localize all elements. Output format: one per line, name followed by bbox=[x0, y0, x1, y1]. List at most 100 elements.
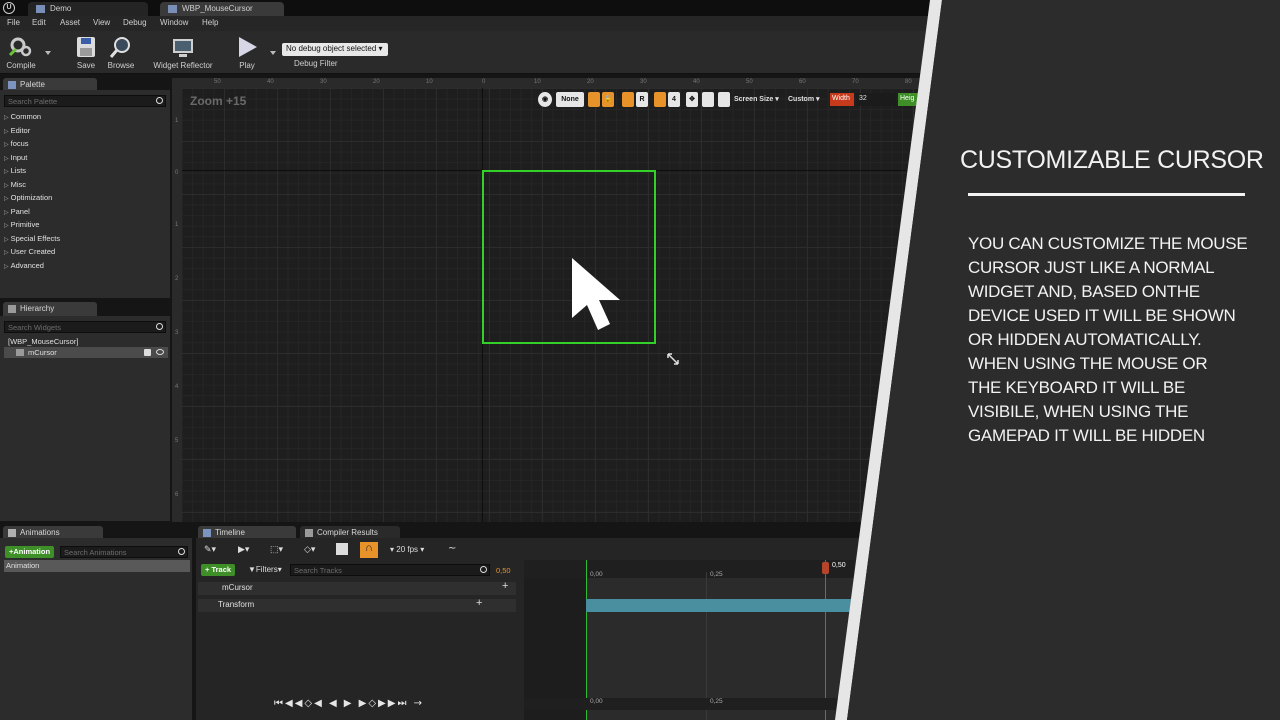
promo-line: WIDGET AND, BASED ONTHE bbox=[968, 282, 1200, 301]
animation-icon bbox=[8, 529, 16, 537]
playback-options-icon[interactable]: ▶▾ bbox=[238, 544, 249, 555]
promo-underline bbox=[968, 193, 1245, 196]
level-icon bbox=[36, 5, 45, 13]
image-icon[interactable] bbox=[702, 92, 714, 107]
menu-edit[interactable]: Edit bbox=[32, 18, 46, 27]
screen-size-dropdown[interactable]: Screen Size ▾ bbox=[734, 92, 779, 107]
playhead-icon[interactable] bbox=[822, 562, 829, 574]
fps-dropdown[interactable]: ▾ 20 fps ▾ bbox=[390, 545, 424, 554]
grid-snap-icon[interactable] bbox=[588, 92, 600, 107]
palette-category[interactable]: User Created bbox=[4, 247, 56, 256]
palette-panel: Search Palette Common Editor focus Input… bbox=[0, 90, 170, 298]
auto-key-icon[interactable] bbox=[336, 543, 348, 555]
tick-label: 0,00 bbox=[590, 571, 603, 578]
add-key-icon[interactable]: + bbox=[476, 597, 482, 609]
eye-icon[interactable] bbox=[156, 349, 164, 355]
play-button[interactable]: Play bbox=[232, 35, 262, 70]
palette-category[interactable]: Special Effects bbox=[4, 234, 60, 243]
palette-category[interactable]: Primitive bbox=[4, 220, 40, 229]
layout-icon[interactable] bbox=[718, 92, 730, 107]
selection-icon[interactable]: ⬚▾ bbox=[270, 544, 283, 555]
hierarchy-item-mcursor[interactable]: mCursor bbox=[4, 347, 168, 358]
keyframe-icon[interactable]: ◇▾ bbox=[304, 544, 315, 555]
title-bar: U Demo WBP_MouseCursor bbox=[0, 0, 930, 16]
menu-debug[interactable]: Debug bbox=[123, 18, 147, 27]
track-row-transform[interactable]: Transform + bbox=[198, 597, 516, 612]
palette-search-input[interactable]: Search Palette bbox=[4, 95, 166, 107]
palette-category[interactable]: Editor bbox=[4, 126, 31, 135]
menu-asset[interactable]: Asset bbox=[60, 18, 80, 27]
search-icon bbox=[178, 548, 185, 555]
globe-icon[interactable]: ◉ bbox=[538, 92, 552, 107]
browse-button[interactable]: Browse bbox=[104, 35, 138, 70]
monitor-icon bbox=[173, 39, 193, 57]
hierarchy-icon bbox=[8, 305, 16, 313]
track-row-mcursor[interactable]: mCursor + bbox=[198, 580, 516, 595]
unreal-editor-window: U Demo WBP_MouseCursor File Edit Asset V… bbox=[0, 0, 930, 720]
width-input[interactable]: 32 bbox=[856, 93, 896, 106]
promo-line: CURSOR JUST LIKE A NORMAL bbox=[968, 258, 1215, 277]
promo-line: THE KEYBOARD IT WILL BE bbox=[968, 378, 1185, 397]
animation-list-item[interactable]: Animation bbox=[4, 560, 190, 572]
tracks-search-input[interactable]: Search Tracks bbox=[290, 564, 490, 576]
curve-editor-icon[interactable]: ∼ bbox=[448, 543, 456, 554]
sequencer-track-area[interactable]: 0,00 0,25 0,50 0,00 0,25 bbox=[524, 560, 854, 720]
gear-icon bbox=[8, 37, 32, 57]
add-track-button[interactable]: + Track bbox=[201, 564, 236, 576]
toolbar: Compile Save Browse Widget Reflector Pla… bbox=[0, 31, 930, 74]
compile-button[interactable]: Compile bbox=[4, 35, 38, 70]
lock-icon[interactable]: 🔒 bbox=[602, 92, 614, 107]
save-button[interactable]: Save bbox=[72, 35, 100, 70]
animations-search-input[interactable]: Search Animations bbox=[60, 546, 188, 558]
resize-handle-icon[interactable] bbox=[666, 352, 680, 366]
lock-icon[interactable] bbox=[144, 349, 151, 356]
designer-viewport[interactable]: 50 40 30 20 10 0 10 20 30 40 50 60 70 80… bbox=[172, 78, 930, 522]
grid-icon[interactable] bbox=[622, 92, 634, 107]
hierarchy-root[interactable]: [WBP_MouseCursor] bbox=[8, 337, 78, 346]
menu-window[interactable]: Window bbox=[160, 18, 188, 27]
palette-category[interactable]: Lists bbox=[4, 166, 26, 175]
add-animation-button[interactable]: +Animation bbox=[5, 546, 55, 558]
compile-options-arrow[interactable] bbox=[45, 51, 51, 55]
filters-dropdown[interactable]: ▼Filters▾ bbox=[248, 565, 282, 574]
tab-hierarchy[interactable]: Hierarchy bbox=[3, 302, 97, 316]
palette-category[interactable]: Optimization bbox=[4, 193, 53, 202]
promo-line: YOU CAN CUSTOMIZE THE MOUSE bbox=[968, 234, 1248, 253]
current-time[interactable]: 0,50 bbox=[496, 566, 511, 575]
tab-wbp-mousecursor[interactable]: WBP_MouseCursor bbox=[160, 2, 284, 16]
palette-category[interactable]: focus bbox=[4, 139, 29, 148]
none-dropdown[interactable]: None bbox=[556, 92, 584, 107]
menu-file[interactable]: File bbox=[7, 18, 20, 27]
menu-help[interactable]: Help bbox=[202, 18, 218, 27]
tick-label: 0,25 bbox=[710, 571, 723, 578]
menu-view[interactable]: View bbox=[93, 18, 110, 27]
palette-category[interactable]: Common bbox=[4, 112, 41, 121]
palette-category[interactable]: Misc bbox=[4, 180, 26, 189]
tab-demo[interactable]: Demo bbox=[28, 2, 148, 16]
image-widget-icon bbox=[16, 349, 24, 356]
compiler-icon bbox=[305, 529, 313, 537]
palette-category[interactable]: Panel bbox=[4, 207, 30, 216]
playback-transport-controls[interactable]: ⏮◀◀◇◀ ◀ ▶ ▶◇▶▶⏭ → bbox=[274, 698, 424, 709]
r-toggle[interactable]: R bbox=[636, 92, 648, 107]
palette-icon bbox=[8, 81, 16, 89]
palette-category[interactable]: Advanced bbox=[4, 261, 44, 270]
transform-section-bar[interactable] bbox=[586, 599, 886, 612]
menu-bar: File Edit Asset View Debug Window Help bbox=[0, 16, 930, 31]
bottom-ruler bbox=[524, 698, 854, 710]
grid-size-icon[interactable] bbox=[654, 92, 666, 107]
magnet-snap-icon[interactable]: ∩ bbox=[360, 542, 378, 558]
key-tool-icon[interactable]: ✎▾ bbox=[204, 544, 216, 555]
search-icon bbox=[480, 566, 487, 573]
palette-category[interactable]: Input bbox=[4, 153, 28, 162]
add-subtrack-icon[interactable]: + bbox=[502, 580, 508, 592]
widget-reflector-button[interactable]: Widget Reflector bbox=[152, 35, 214, 70]
snap-value[interactable]: 4 bbox=[668, 92, 680, 107]
transform-icon[interactable]: ✥ bbox=[686, 92, 698, 107]
cursor-widget-selection[interactable] bbox=[482, 170, 656, 344]
custom-dropdown[interactable]: Custom ▾ bbox=[788, 92, 820, 107]
hierarchy-search-input[interactable]: Search Widgets bbox=[4, 321, 166, 333]
debug-object-dropdown[interactable]: No debug object selected ▾ bbox=[282, 43, 388, 56]
timeline-icon bbox=[203, 529, 211, 537]
play-options-arrow[interactable] bbox=[270, 51, 276, 55]
